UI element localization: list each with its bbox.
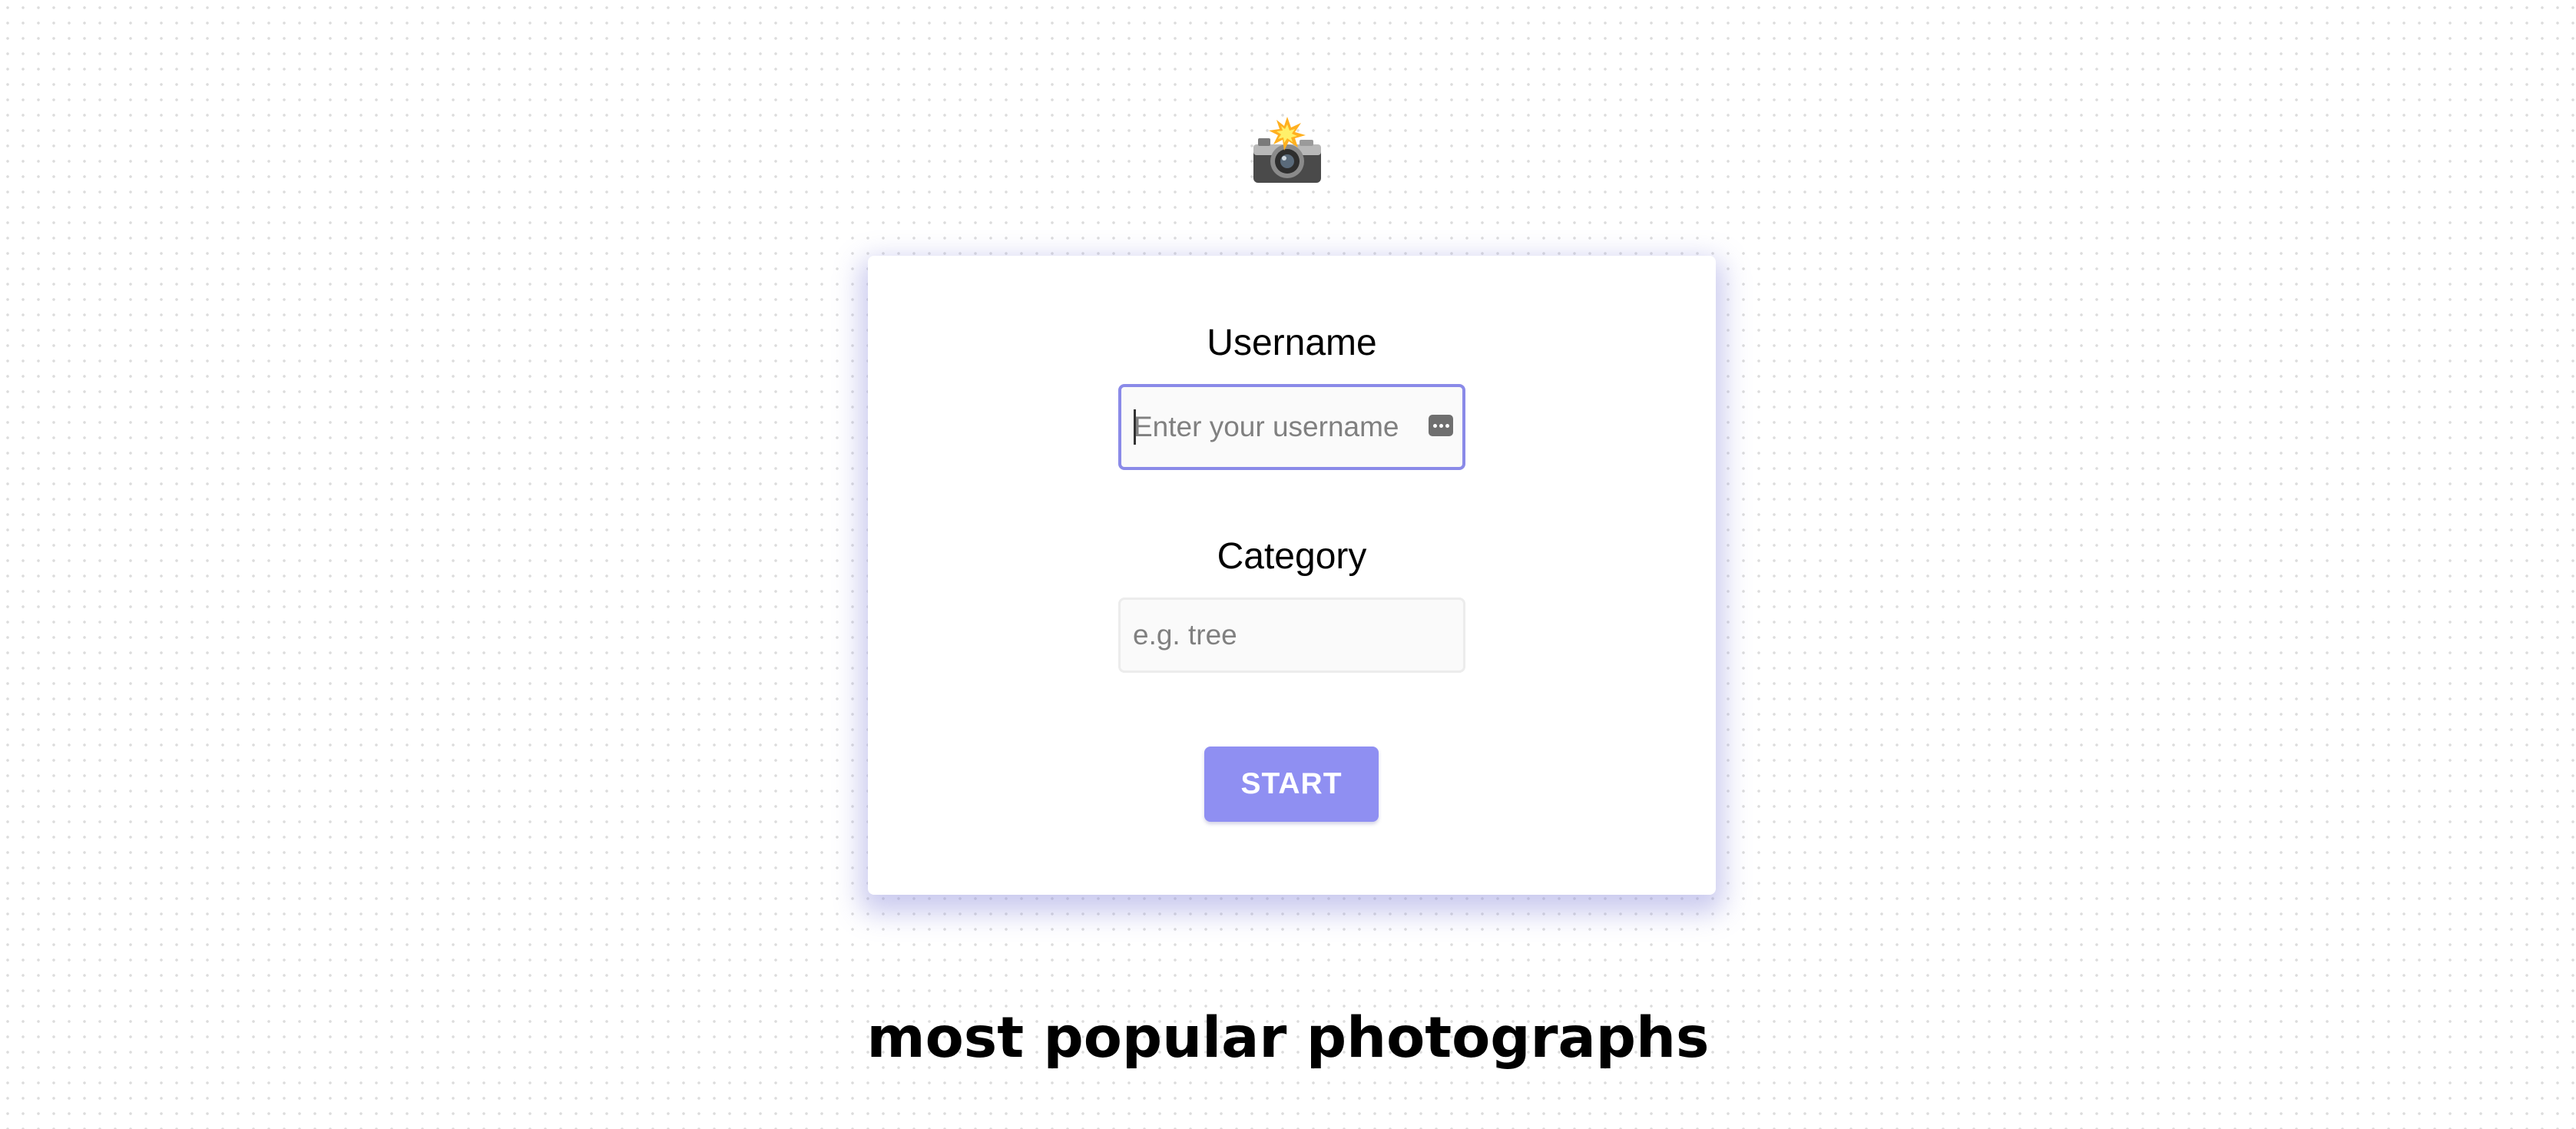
- username-label: Username: [1207, 323, 1377, 363]
- username-input[interactable]: [1118, 384, 1465, 470]
- login-card: Username Category START: [868, 256, 1716, 895]
- popular-photographs-heading: most popular photographs: [866, 1005, 1710, 1071]
- text-cursor: [1134, 409, 1136, 445]
- camera-with-flash-icon: [1249, 117, 1326, 186]
- autofill-key-icon[interactable]: [1429, 415, 1453, 436]
- start-button[interactable]: START: [1204, 747, 1379, 822]
- category-input[interactable]: [1118, 598, 1465, 673]
- category-label: Category: [1217, 536, 1367, 577]
